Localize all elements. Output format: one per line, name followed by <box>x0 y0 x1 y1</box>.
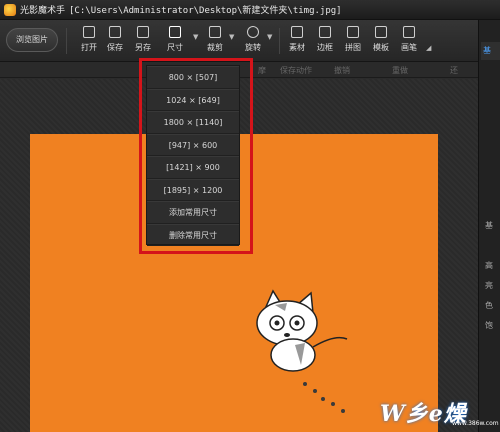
resize-icon <box>169 26 181 38</box>
save-label: 保存 <box>107 43 123 52</box>
materials-label: 素材 <box>289 43 305 52</box>
highlight-box <box>139 58 253 254</box>
panel-label: 基 <box>485 221 493 230</box>
star-icon <box>291 26 303 38</box>
collage-icon <box>347 26 359 38</box>
undo-button[interactable]: 撤销 <box>334 65 350 76</box>
rotate-dropdown-icon[interactable]: ▼ <box>267 33 272 41</box>
template-label: 模板 <box>373 43 389 52</box>
right-panel: 基 基 高 亮 色 饱 <box>478 20 500 432</box>
toolbar-divider <box>66 28 67 54</box>
open-button[interactable]: 打开 <box>76 24 102 58</box>
brush-icon <box>403 26 415 38</box>
template-button[interactable]: 模板 <box>368 24 394 58</box>
panel-label: 高 <box>485 261 493 270</box>
save-icon <box>109 26 121 38</box>
collage-button[interactable]: 拼图 <box>340 24 366 58</box>
toolbar-divider <box>279 28 280 54</box>
collage-label: 拼图 <box>345 43 361 52</box>
crop-icon <box>209 26 221 38</box>
rotate-button[interactable]: 旋转 <box>240 24 266 58</box>
browse-images-button[interactable]: 浏览图片 <box>6 28 58 52</box>
frame-label: 边框 <box>317 43 333 52</box>
tab-basic[interactable]: 基 <box>481 42 500 60</box>
template-icon <box>375 26 387 38</box>
main-toolbar: 浏览图片 打开 保存 另存 尺寸 ▼ 裁剪 ▼ 旋转 ▼ 素材 边框 拼图 模板 <box>0 20 500 62</box>
watermark-url: www.386w.com <box>452 420 499 427</box>
rotate-label: 旋转 <box>245 43 261 52</box>
title-bar: 光影魔术手 [C:\Users\Administrator\Desktop\新建文… <box>0 0 500 20</box>
resize-dropdown-icon[interactable]: ▼ <box>193 33 198 41</box>
app-logo-icon <box>4 3 16 16</box>
crop-dropdown-icon[interactable]: ▼ <box>229 33 234 41</box>
save-as-button[interactable]: 另存 <box>130 24 156 58</box>
save-button[interactable]: 保存 <box>102 24 128 58</box>
file-path: [C:\Users\Administrator\Desktop\新建文件夹\ti… <box>69 6 342 16</box>
more-tools-icon[interactable]: ◢ <box>426 44 431 52</box>
subbar-item[interactable]: 摩 <box>258 65 266 76</box>
brush-button[interactable]: 画笔 <box>396 24 422 58</box>
rotate-icon <box>247 26 259 38</box>
resize-button[interactable]: 尺寸 <box>162 24 188 58</box>
open-icon <box>83 26 95 38</box>
save-as-label: 另存 <box>135 43 151 52</box>
resize-label: 尺寸 <box>167 43 183 52</box>
panel-label: 亮 <box>485 281 493 290</box>
app-name: 光影魔术手 <box>20 6 66 16</box>
crop-button[interactable]: 裁剪 <box>202 24 228 58</box>
brush-label: 画笔 <box>401 43 417 52</box>
cat-illustration <box>256 289 348 413</box>
frame-icon <box>319 26 331 38</box>
panel-label: 色 <box>485 301 493 310</box>
panel-label: 饱 <box>485 321 493 330</box>
materials-button[interactable]: 素材 <box>284 24 310 58</box>
open-label: 打开 <box>81 43 97 52</box>
restore-button[interactable]: 还 <box>450 65 458 76</box>
save-as-icon <box>137 26 149 38</box>
window-title: 光影魔术手 [C:\Users\Administrator\Desktop\新建文… <box>20 3 342 16</box>
crop-label: 裁剪 <box>207 43 223 52</box>
redo-button[interactable]: 重做 <box>392 65 408 76</box>
frame-button[interactable]: 边框 <box>312 24 338 58</box>
save-action-button[interactable]: 保存动作 <box>280 65 312 76</box>
